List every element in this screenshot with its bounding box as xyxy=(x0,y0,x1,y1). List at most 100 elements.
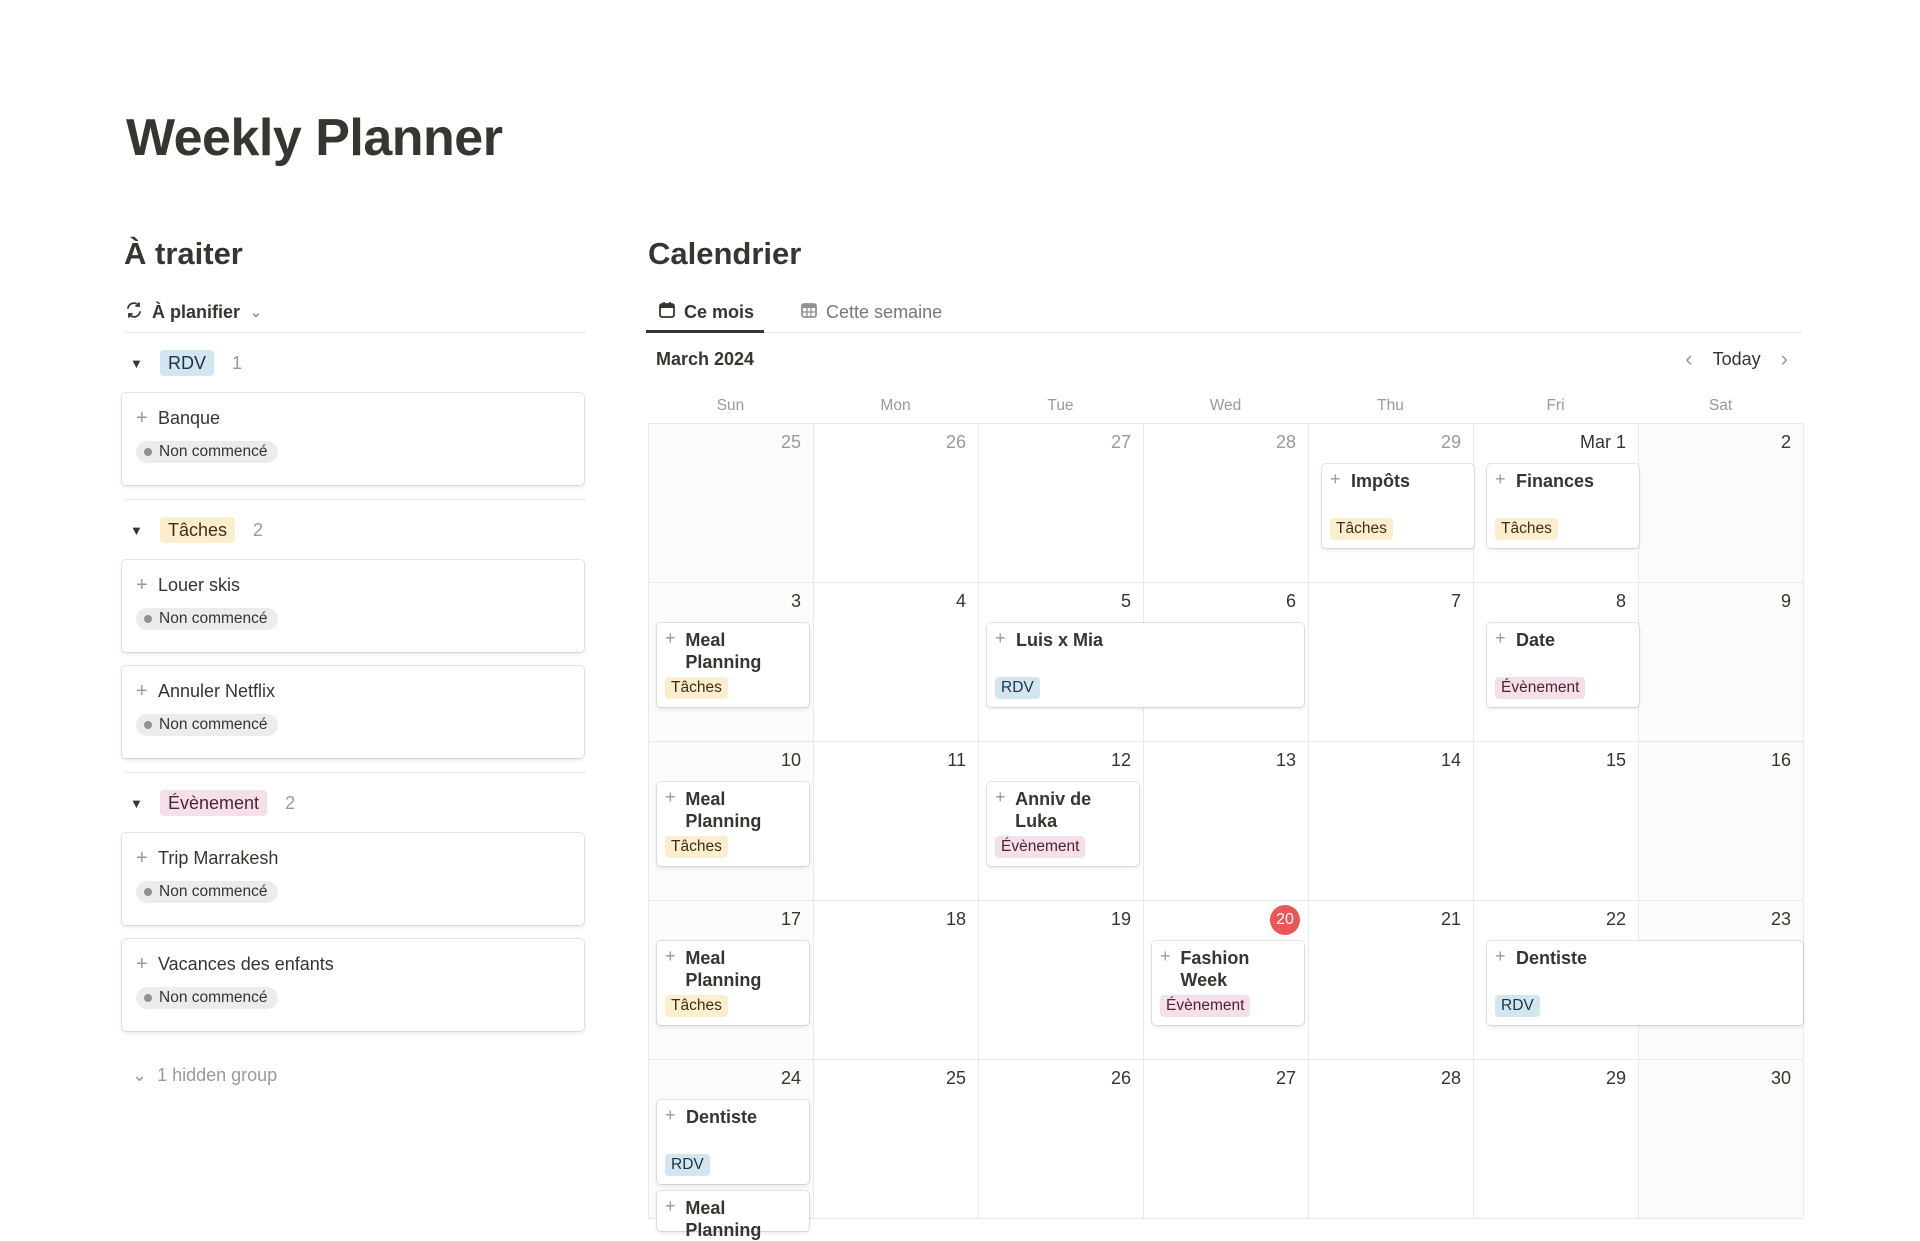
day-number: 27 xyxy=(1110,432,1131,452)
calendar-day[interactable]: 11 xyxy=(814,742,979,901)
calendar-day[interactable]: 25 xyxy=(814,1060,979,1219)
task-card[interactable]: + Annuler Netflix Non commencé xyxy=(122,666,584,758)
calendar-day[interactable]: 28 xyxy=(1144,424,1309,583)
tab-cette-semaine[interactable]: Cette semaine xyxy=(790,292,952,332)
calendar-day[interactable]: 21 xyxy=(1309,901,1474,1060)
day-number: 5 xyxy=(1120,591,1131,611)
task-card[interactable]: + Banque Non commencé xyxy=(122,393,584,485)
status-badge: Non commencé xyxy=(136,881,278,903)
group-count: 2 xyxy=(253,519,264,540)
status-text: Non commencé xyxy=(159,883,268,900)
calendar-event[interactable]: + Anniv de Luka Évènement xyxy=(987,782,1139,866)
calendar-week: 10 11 12 13 14 15 16 + Meal Planning Tâch… xyxy=(649,742,1804,901)
weekday-label: Thu xyxy=(1377,397,1404,414)
calendar-day[interactable]: 16 xyxy=(1639,742,1804,901)
task-card[interactable]: + Louer skis Non commencé xyxy=(122,560,584,652)
sync-icon xyxy=(124,300,144,325)
calendar-event[interactable]: + Meal Planning Tâches xyxy=(657,941,809,1025)
calendar-week: 3 4 5 6 7 8 9 + Meal Planning Tâches + Lui… xyxy=(649,583,1804,742)
weekday-label: Sun xyxy=(716,397,745,414)
task-title: Louer skis xyxy=(158,574,241,595)
group-taches: ▼ Tâches 2 + Louer skis Non commencé + Ann… xyxy=(122,500,586,773)
day-number: 4 xyxy=(955,591,966,611)
day-number: 3 xyxy=(790,591,801,611)
calendar-event[interactable]: + Luis x Mia RDV xyxy=(987,623,1304,707)
day-number: Mar 1 xyxy=(1579,432,1626,452)
calendar-day[interactable]: 25 xyxy=(649,424,814,583)
calendar-event[interactable]: + Date Évènement xyxy=(1487,623,1639,707)
day-number: 25 xyxy=(945,1068,966,1088)
day-number: 17 xyxy=(780,909,801,929)
calendar-event[interactable]: + Meal Planning xyxy=(657,1191,809,1240)
group-rdv: ▼ RDV 1 + Banque Non commencé xyxy=(122,333,586,500)
toggle-triangle-icon[interactable]: ▼ xyxy=(130,796,148,811)
plus-icon: + xyxy=(1330,469,1341,489)
task-card[interactable]: + Vacances des enfants Non commencé xyxy=(122,939,584,1031)
calendar-day[interactable]: 27 xyxy=(1144,1060,1309,1219)
calendar-day[interactable]: 28 xyxy=(1309,1060,1474,1219)
group-tag: Tâches xyxy=(160,517,236,543)
weekday-header: Sun Mon Tue Wed Thu Fri Sat xyxy=(648,389,1802,423)
page-title: Weekly Planner xyxy=(126,109,503,167)
calendar-day[interactable]: 4 xyxy=(814,583,979,742)
calendar-grid-icon xyxy=(800,301,818,324)
calendar-day[interactable]: 19 xyxy=(979,901,1144,1060)
calendar-event[interactable]: + Dentiste RDV xyxy=(1487,941,1803,1025)
view-selector[interactable]: À planifier ⌄ xyxy=(124,300,262,325)
calendar-event[interactable]: + Meal Planning Tâches xyxy=(657,782,809,866)
group-header-rdv[interactable]: ▼ RDV 1 xyxy=(124,333,586,393)
group-header-taches[interactable]: ▼ Tâches 2 xyxy=(124,500,586,560)
event-tag: Évènement xyxy=(1160,995,1251,1017)
chevron-right-icon[interactable]: › xyxy=(1775,346,1794,372)
event-title: Impôts xyxy=(1351,471,1411,491)
task-title: Trip Marrakesh xyxy=(158,847,279,868)
hidden-groups-label: 1 hidden group xyxy=(157,1065,278,1085)
calendar-day[interactable]: 15 xyxy=(1474,742,1639,901)
status-text: Non commencé xyxy=(159,716,268,733)
group-count: 1 xyxy=(232,352,243,373)
calendar-day[interactable]: 26 xyxy=(979,1060,1144,1219)
calendar-day[interactable]: 27 xyxy=(979,424,1144,583)
tab-ce-mois[interactable]: Ce mois xyxy=(645,292,765,333)
calendar-week: 17 18 19 20 21 22 23 + Meal Planning Tâch… xyxy=(649,901,1804,1060)
toggle-triangle-icon[interactable]: ▼ xyxy=(130,356,148,371)
calendar-day[interactable]: 18 xyxy=(814,901,979,1060)
day-number: 11 xyxy=(947,750,966,770)
calendar-event[interactable]: + Dentiste RDV xyxy=(657,1100,809,1184)
task-card[interactable]: + Trip Marrakesh Non commencé xyxy=(122,833,584,925)
toggle-triangle-icon[interactable]: ▼ xyxy=(130,523,148,538)
calendar-day[interactable]: 26 xyxy=(814,424,979,583)
plus-icon: + xyxy=(995,787,1006,807)
day-number: 28 xyxy=(1275,432,1296,452)
status-dot-icon xyxy=(144,994,152,1002)
event-title: Luis x Mia xyxy=(1016,630,1104,650)
chevron-left-icon[interactable]: ‹ xyxy=(1679,346,1698,372)
event-title: Meal Planning xyxy=(685,630,762,672)
calendar-day[interactable]: 29 xyxy=(1474,1060,1639,1219)
calendar-day[interactable]: 13 xyxy=(1144,742,1309,901)
status-badge: Non commencé xyxy=(136,987,278,1009)
calendar-day[interactable]: 9 xyxy=(1639,583,1804,742)
calendar-day[interactable]: 7 xyxy=(1309,583,1474,742)
calendar-day[interactable]: 30 xyxy=(1639,1060,1804,1219)
plus-icon: + xyxy=(665,1105,676,1125)
calendar-day[interactable]: 2 xyxy=(1639,424,1804,583)
calendar-event[interactable]: + Impôts Tâches xyxy=(1322,464,1474,548)
todo-viewbar: À planifier ⌄ xyxy=(124,292,586,333)
status-text: Non commencé xyxy=(159,443,268,460)
calendar-event[interactable]: + Finances Tâches xyxy=(1487,464,1639,548)
day-number: 15 xyxy=(1605,750,1626,770)
day-number: 29 xyxy=(1440,432,1461,452)
calendar-event[interactable]: + Fashion Week Évènement xyxy=(1152,941,1304,1025)
calendar-event[interactable]: + Meal Planning Tâches xyxy=(657,623,809,707)
day-number: 7 xyxy=(1450,591,1461,611)
calendar-day[interactable]: 14 xyxy=(1309,742,1474,901)
weekday-label: Fri xyxy=(1546,397,1565,414)
group-header-evenement[interactable]: ▼ Évènement 2 xyxy=(124,773,586,833)
hidden-groups-toggle[interactable]: ⌄ 1 hidden group xyxy=(124,1065,586,1086)
today-button[interactable]: Today xyxy=(1713,349,1761,370)
day-number: 27 xyxy=(1275,1068,1296,1088)
event-title: Meal Planning xyxy=(685,789,762,831)
task-title: Vacances des enfants xyxy=(158,953,334,974)
calendar-heading: Calendrier xyxy=(648,236,802,271)
